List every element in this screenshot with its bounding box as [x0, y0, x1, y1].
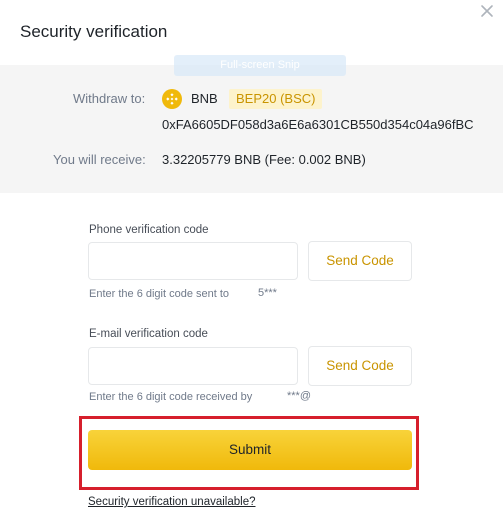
email-code-input[interactable] [88, 347, 298, 385]
phone-hint-target: 5*** [258, 287, 277, 299]
phone-hint-text: Enter the 6 digit code sent to [89, 288, 230, 300]
email-hint-text: Enter the 6 digit code received by [89, 391, 253, 403]
email-hint-target: ***@ [287, 390, 312, 402]
full-screen-snip-overlay[interactable]: Full-screen Snip [174, 55, 346, 76]
coin-name: BNB [191, 91, 218, 106]
receive-amount: 3.32205779 BNB (Fee: 0.002 BNB) [162, 152, 366, 167]
phone-code-label: Phone verification code [89, 224, 209, 236]
you-will-receive-label: You will receive: [53, 152, 146, 167]
network-badge: BEP20 (BSC) [229, 89, 323, 109]
phone-code-input[interactable] [88, 242, 298, 280]
phone-send-code-button[interactable]: Send Code [308, 241, 412, 281]
verification-unavailable-link[interactable]: Security verification unavailable? [88, 496, 255, 508]
email-send-code-button[interactable]: Send Code [308, 346, 412, 386]
close-icon[interactable] [478, 2, 496, 20]
withdraw-to-label: Withdraw to: [73, 91, 146, 106]
withdraw-address: 0xFA6605DF058d3a6E6a6301CB550d354c04a96f… [162, 117, 474, 132]
dialog-title: Security verification [20, 22, 168, 41]
bnb-icon [162, 89, 182, 109]
email-code-label: E-mail verification code [89, 328, 208, 340]
submit-button[interactable]: Submit [88, 430, 412, 470]
security-verification-dialog: Security verification Full-screen Snip W… [0, 0, 503, 532]
